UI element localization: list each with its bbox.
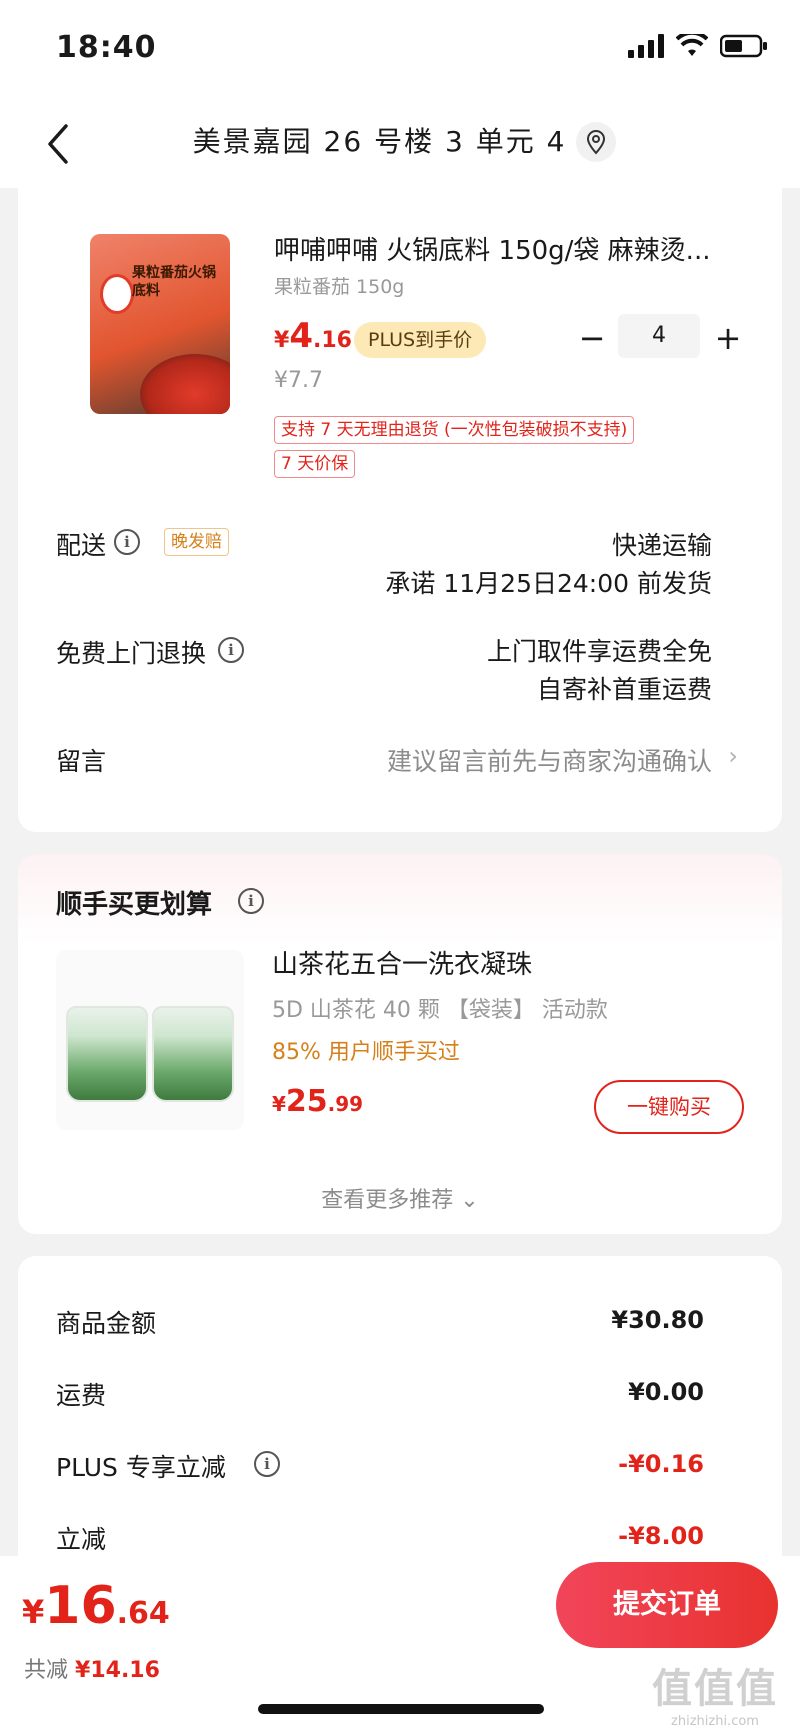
recommend-card: 顺手买更划算 i 山茶花五合一洗衣凝珠 5D 山茶花 40 颗 【袋装】 活动款… (18, 854, 782, 1234)
recommend-price: ¥25.99 (272, 1084, 363, 1119)
checkout-bar: ¥16.64 共减 ¥14.16 提交订单 值值值 zhizhizhi.com (0, 1556, 800, 1732)
savings-value: ¥14.16 (75, 1658, 160, 1683)
watermark-logo: 值值值 zhizhizhi.com (652, 1656, 778, 1729)
plus-price-badge: PLUS到手价 (354, 322, 487, 358)
price-decimal: .99 (327, 1092, 364, 1116)
free-return-line2: 自寄补首重运费 (536, 675, 712, 704)
status-icons (628, 34, 768, 58)
summary-label-shipping: 运费 (56, 1381, 107, 1410)
return-policy-tag: 支持 7 天无理由退货 (一次性包装破损不支持) (274, 416, 635, 444)
price-integer: 25 (285, 1084, 328, 1119)
summary-value-goods: ¥30.80 (611, 1306, 704, 1334)
one-click-buy-button[interactable]: 一键购买 (594, 1080, 744, 1134)
wifi-icon (676, 34, 708, 56)
message-label: 留言 (56, 747, 107, 776)
product-price: ¥4.16 (274, 316, 352, 356)
nav-bar: 美景嘉园 26 号楼 3 单元 4 楼 (0, 100, 800, 188)
location-pin-icon[interactable] (576, 122, 616, 162)
price-decimal: .16 (312, 328, 352, 353)
summary-label-discount: 立减 (56, 1525, 107, 1554)
summary-value-shipping: ¥0.00 (628, 1378, 704, 1406)
delivery-label: 配送 (56, 531, 107, 560)
home-indicator[interactable] (258, 1704, 544, 1714)
recommend-info-icon[interactable]: i (238, 888, 264, 914)
price-summary-card: 商品金额 ¥30.80 运费 ¥0.00 PLUS 专享立减 i -¥0.16 … (18, 1256, 782, 1556)
watermark-text: 值值值 (652, 1666, 778, 1712)
recommend-product-title[interactable]: 山茶花五合一洗衣凝珠 (272, 944, 532, 981)
summary-value-plus-discount: -¥0.16 (618, 1450, 704, 1478)
hotpot-bowl-illustration (140, 354, 230, 414)
jar-illustration (66, 1006, 148, 1102)
status-bar: 18:40 (0, 0, 800, 100)
signal-icon (628, 34, 664, 58)
summary-label-plus-discount: PLUS 专享立减 (56, 1453, 226, 1482)
delivery-method[interactable]: 快递运输 (612, 526, 712, 562)
summary-label-goods: 商品金额 (56, 1309, 157, 1338)
delivery-promise: 承诺 11月25日24:00 前发货 (385, 569, 712, 598)
product-card: 果粒番茄火锅底料 呷哺呷哺 火锅底料 150g/袋 麻辣烫... 果粒番茄 15… (18, 188, 782, 832)
jar-illustration (152, 1006, 234, 1102)
message-input[interactable]: 建议留言前先与商家沟通确认 (387, 742, 712, 778)
savings-label: 共减 (24, 1658, 69, 1683)
free-return-label: 免费上门退换 (56, 639, 207, 668)
price-integer: 4 (289, 316, 313, 356)
recommend-product-spec: 5D 山茶花 40 颗 【袋装】 活动款 (272, 998, 608, 1023)
delivery-info-icon[interactable]: i (114, 529, 140, 555)
chevron-right-icon[interactable]: › (728, 742, 738, 770)
summary-value-discount: -¥8.00 (618, 1522, 704, 1550)
total-price: ¥16.64 (22, 1576, 170, 1636)
price-currency: ¥ (272, 1092, 286, 1116)
product-image-label: 果粒番茄火锅底料 (132, 265, 216, 299)
late-delivery-badge: 晚发赔 (164, 528, 229, 556)
free-return-info-icon[interactable]: i (218, 637, 244, 663)
original-price: ¥7.7 (274, 368, 323, 393)
price-integer: 16 (44, 1576, 117, 1636)
recommend-title: 顺手买更划算 (56, 890, 213, 920)
submit-order-button[interactable]: 提交订单 (556, 1562, 778, 1648)
product-title[interactable]: 呷哺呷哺 火锅底料 150g/袋 麻辣烫... (274, 230, 754, 267)
more-recommendations-link[interactable]: 查看更多推荐 ⌄ (18, 1182, 782, 1214)
status-time: 18:40 (56, 30, 157, 65)
watermark-url: zhizhizhi.com (671, 1714, 759, 1729)
battery-icon (720, 34, 767, 58)
delivery-address[interactable]: 美景嘉园 26 号楼 3 单元 4 楼 (0, 120, 800, 160)
price-currency: ¥ (274, 328, 290, 353)
recommend-product-image[interactable] (56, 950, 244, 1130)
price-currency: ¥ (22, 1593, 45, 1631)
free-return-line1: 上门取件享运费全免 (486, 637, 712, 666)
product-spec: 果粒番茄 150g (274, 276, 405, 298)
price-protection-tag: 7 天价保 (274, 450, 356, 478)
price-decimal: .64 (116, 1596, 170, 1631)
total-savings: 共减 ¥14.16 (24, 1652, 160, 1684)
brand-logo-icon (100, 274, 134, 314)
product-image[interactable]: 果粒番茄火锅底料 (90, 234, 230, 414)
recommend-buyers-text: 85% 用户顺手买过 (272, 1040, 460, 1065)
quantity-decrease-button[interactable]: − (572, 316, 612, 360)
quantity-increase-button[interactable]: + (708, 316, 748, 360)
plus-discount-info-icon[interactable]: i (254, 1451, 280, 1477)
quantity-input[interactable]: 4 (618, 314, 700, 358)
